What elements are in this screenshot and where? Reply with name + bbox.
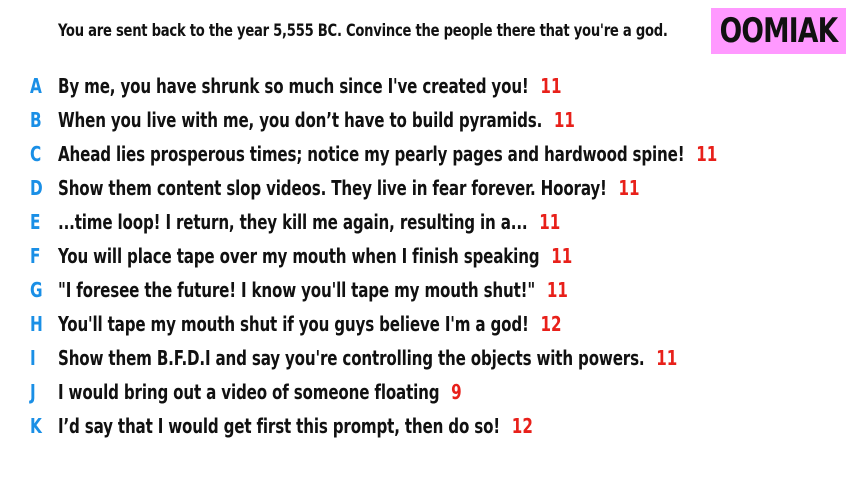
answer-letter: C [30, 142, 42, 166]
answer-row-e: E ...time loop! I return, they kill me a… [0, 205, 853, 239]
answer-score: 12 [511, 414, 533, 438]
answer-row-a: A By me, you have shrunk so much since I… [0, 69, 853, 103]
answer-score: 11 [539, 210, 561, 234]
answer-letter: I [30, 346, 36, 370]
answer-letter: D [30, 176, 43, 200]
answer-score: 9 [451, 380, 462, 404]
answer-letter: A [30, 74, 42, 98]
answer-row-f: F You will place tape over my mouth when… [0, 239, 853, 273]
answer-text: ...time loop! I return, they kill me aga… [58, 210, 528, 234]
answer-row-d: D Show them content slop videos. They li… [0, 171, 853, 205]
answer-text: You'll tape my mouth shut if you guys be… [58, 312, 529, 336]
answer-score: 11 [696, 142, 718, 166]
answer-text: By me, you have shrunk so much since I'v… [58, 74, 529, 98]
contestant-name: OOMIAK [719, 11, 839, 51]
answer-letter: F [30, 244, 41, 268]
answer-letter: J [30, 380, 36, 404]
answer-letter: G [30, 278, 43, 302]
answer-letter: B [30, 108, 42, 132]
answer-text: You will place tape over my mouth when I… [58, 244, 540, 268]
answer-letter: K [30, 414, 42, 438]
prompt-text: You are sent back to the year 5,555 BC. … [58, 21, 668, 41]
contestant-badge: OOMIAK [711, 8, 846, 54]
answer-row-c: C Ahead lies prosperous times; notice my… [0, 137, 853, 171]
answer-letter: H [30, 312, 43, 336]
answer-score: 11 [546, 278, 568, 302]
answer-text: Ahead lies prosperous times; notice my p… [58, 142, 685, 166]
answer-row-g: G "I foresee the future! I know you'll t… [0, 273, 853, 307]
answer-score: 11 [551, 244, 573, 268]
answer-score: 11 [553, 108, 575, 132]
answer-row-j: J I would bring out a video of someone f… [0, 375, 853, 409]
answer-text: Show them content slop videos. They live… [58, 176, 607, 200]
answer-row-b: B When you live with me, you don’t have … [0, 103, 853, 137]
answer-text: When you live with me, you don’t have to… [58, 108, 543, 132]
answer-row-k: K I’d say that I would get first this pr… [0, 409, 853, 443]
answer-letter: E [30, 210, 41, 234]
answer-text: Show them B.F.D.I and say you're control… [58, 346, 645, 370]
answer-score: 11 [540, 74, 562, 98]
answer-text: I would bring out a video of someone flo… [58, 380, 440, 404]
answer-row-h: H You'll tape my mouth shut if you guys … [0, 307, 853, 341]
answer-text: I’d say that I would get first this prom… [58, 414, 501, 438]
answer-text: "I foresee the future! I know you'll tap… [58, 278, 536, 302]
answer-score: 11 [656, 346, 678, 370]
answer-score: 12 [540, 312, 562, 336]
answer-row-i: I Show them B.F.D.I and say you're contr… [0, 341, 853, 375]
answer-score: 11 [618, 176, 640, 200]
